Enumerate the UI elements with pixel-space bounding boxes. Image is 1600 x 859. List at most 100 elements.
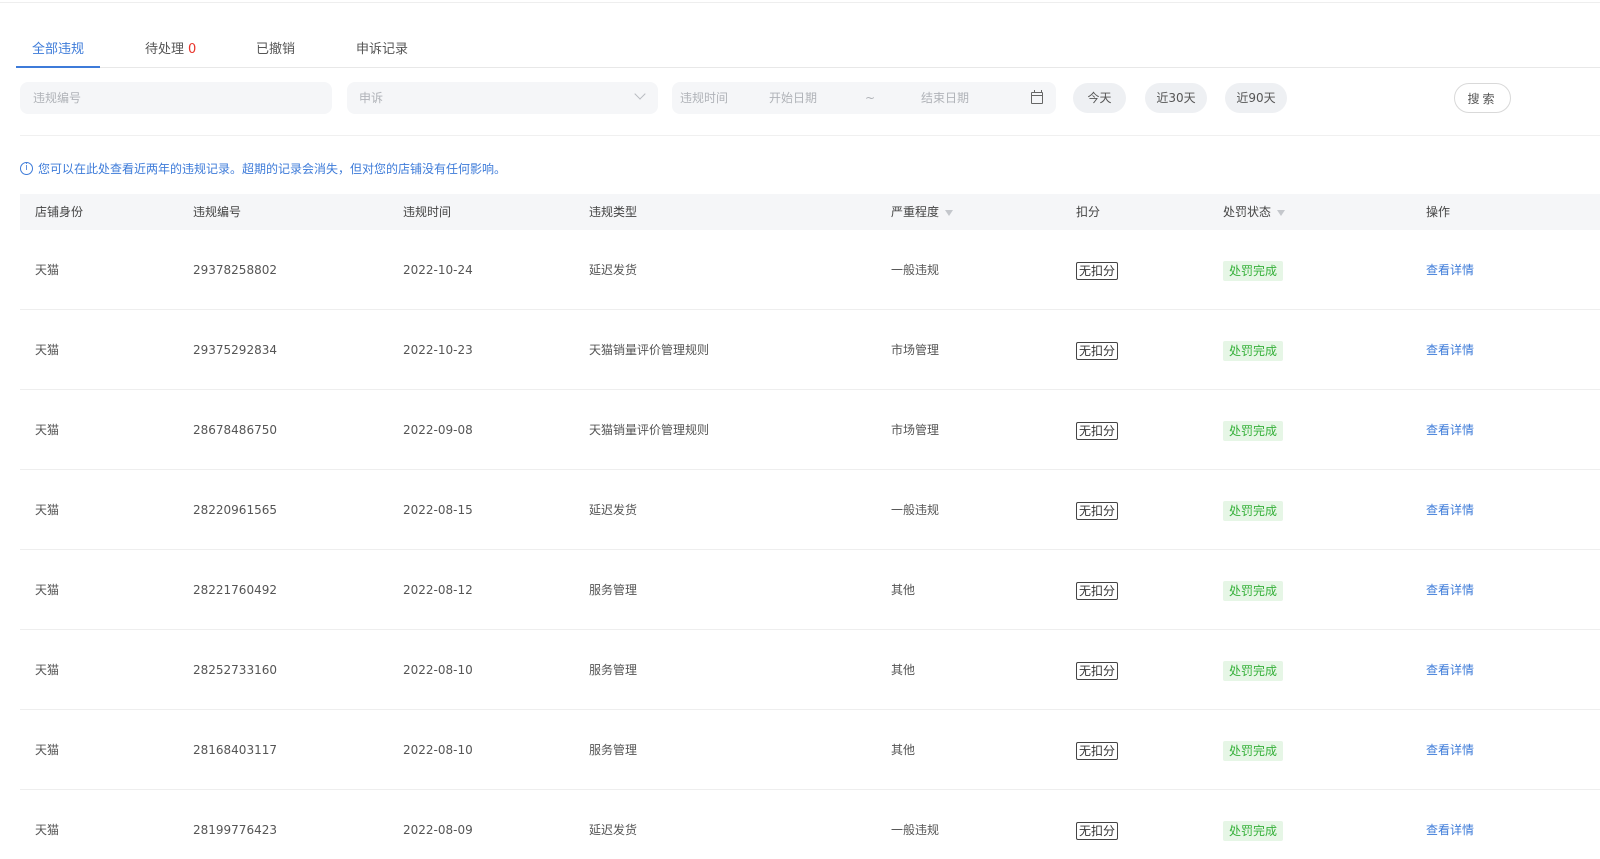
tab-pending[interactable]: 待处理 0 xyxy=(145,38,196,57)
cell-violation-time: 2022-08-12 xyxy=(403,583,473,597)
cell-violation-time: 2022-09-08 xyxy=(403,423,473,437)
retention-notice-text: 您可以在此处查看近两年的违规记录。超期的记录会消失，但对您的店铺没有任何影响。 xyxy=(38,162,507,176)
tab-revoked[interactable]: 已撤销 xyxy=(256,38,295,57)
cell-violation-time: 2022-08-10 xyxy=(403,743,473,757)
tab-label: 全部违规 xyxy=(32,42,85,57)
cell-violation-id: 29375292834 xyxy=(193,343,277,357)
points-badge: 无扣分 xyxy=(1076,821,1119,840)
header-shop: 店铺身份 xyxy=(35,205,84,219)
points-badge: 无扣分 xyxy=(1076,501,1119,520)
filter-icon[interactable] xyxy=(945,209,954,216)
cell-violation-type: 天猫销量评价管理规则 xyxy=(589,343,710,357)
points-badge: 无扣分 xyxy=(1076,261,1119,280)
tab-all-violations[interactable]: 全部违规 xyxy=(32,38,84,57)
date-range-separator: ~ xyxy=(865,91,876,105)
status-select[interactable]: 申诉 xyxy=(347,82,658,114)
view-details-link[interactable]: 查看详情 xyxy=(1426,310,1474,390)
view-details-link[interactable]: 查看详情 xyxy=(1426,630,1474,710)
cell-penalty-status: 处罚完成 xyxy=(1223,790,1284,859)
filter-icon[interactable] xyxy=(1277,209,1286,216)
tab-label: 申诉记录 xyxy=(356,42,409,57)
view-details-link[interactable]: 查看详情 xyxy=(1426,230,1474,310)
cell-penalty-status: 处罚完成 xyxy=(1223,390,1284,470)
quick-range-30-days-button[interactable]: 近30天 xyxy=(1145,83,1207,113)
status-badge: 处罚完成 xyxy=(1223,420,1284,441)
view-details-link[interactable]: 查看详情 xyxy=(1426,470,1474,550)
header-severity-label: 严重程度 xyxy=(891,205,940,219)
violation-id-input[interactable] xyxy=(20,82,332,114)
retention-notice: i 您可以在此处查看近两年的违规记录。超期的记录会消失，但对您的店铺没有任何影响… xyxy=(20,160,506,177)
cell-severity: 其他 xyxy=(891,743,916,757)
violation-tabs: 全部违规 待处理 0 已撤销 申诉记录 xyxy=(16,28,1600,68)
cell-shop: 天猫 xyxy=(35,823,60,837)
start-date-placeholder[interactable]: 开始日期 xyxy=(769,82,817,114)
pending-count-badge: 0 xyxy=(188,42,197,57)
cell-penalty-status: 处罚完成 xyxy=(1223,710,1284,790)
cell-penalty-status: 处罚完成 xyxy=(1223,230,1284,310)
search-button[interactable]: 搜索 xyxy=(1454,83,1511,113)
cell-shop: 天猫 xyxy=(35,423,60,437)
cell-violation-type: 服务管理 xyxy=(589,743,638,757)
cell-severity: 一般违规 xyxy=(891,263,940,277)
end-date-placeholder[interactable]: 结束日期 xyxy=(921,82,969,114)
cell-severity: 一般违规 xyxy=(891,823,940,837)
points-badge: 无扣分 xyxy=(1076,661,1119,680)
header-severity: 严重程度 xyxy=(891,194,954,230)
cell-violation-type: 服务管理 xyxy=(589,583,638,597)
cell-violation-id: 28252733160 xyxy=(193,663,277,677)
cell-violation-time: 2022-10-24 xyxy=(403,263,473,277)
cell-points: 无扣分 xyxy=(1076,230,1119,310)
cell-violation-time: 2022-08-10 xyxy=(403,663,473,677)
cell-violation-id: 28678486750 xyxy=(193,423,277,437)
status-badge: 处罚完成 xyxy=(1223,660,1284,681)
table-body: 天猫 29378258802 2022-10-24 延迟发货 一般违规 无扣分 处罚完成 查看… xyxy=(20,230,1600,859)
calendar-icon[interactable] xyxy=(1031,90,1043,104)
table-header: 店铺身份 违规编号 违规时间 违规类型 严重程度 扣分 处罚状态 操作 xyxy=(20,194,1600,230)
tab-appeal-records[interactable]: 申诉记录 xyxy=(356,38,408,57)
violations-table: 店铺身份 违规编号 违规时间 违规类型 严重程度 扣分 处罚状态 操作 天猫 29… xyxy=(20,194,1600,859)
cell-violation-id: 29378258802 xyxy=(193,263,277,277)
table-row: 天猫 28678486750 2022-09-08 天猫销量评价管理规则 市场管理 无扣分… xyxy=(20,390,1600,470)
date-range-picker[interactable]: 违规时间 开始日期 ~ 结束日期 xyxy=(672,82,1056,114)
cell-shop: 天猫 xyxy=(35,583,60,597)
cell-points: 无扣分 xyxy=(1076,470,1119,550)
cell-points: 无扣分 xyxy=(1076,710,1119,790)
quick-range-90-days-button[interactable]: 近90天 xyxy=(1225,83,1287,113)
view-details-link[interactable]: 查看详情 xyxy=(1426,550,1474,630)
cell-violation-type: 延迟发货 xyxy=(589,823,638,837)
table-row: 天猫 28199776423 2022-08-09 延迟发货 一般违规 无扣分 处罚完成 查看… xyxy=(20,790,1600,859)
cell-violation-id: 28168403117 xyxy=(193,743,277,757)
cell-severity: 市场管理 xyxy=(891,343,940,357)
view-details-link[interactable]: 查看详情 xyxy=(1426,390,1474,470)
cell-violation-id: 28221760492 xyxy=(193,583,277,597)
status-badge: 处罚完成 xyxy=(1223,740,1284,761)
view-details-link[interactable]: 查看详情 xyxy=(1426,790,1474,859)
cell-violation-type: 服务管理 xyxy=(589,663,638,677)
cell-violation-time: 2022-08-09 xyxy=(403,823,473,837)
header-violation-time: 违规时间 xyxy=(403,205,452,219)
tab-label: 已撤销 xyxy=(256,42,296,57)
active-tab-underline xyxy=(16,66,100,68)
points-badge: 无扣分 xyxy=(1076,421,1119,440)
cell-penalty-status: 处罚完成 xyxy=(1223,470,1284,550)
cell-severity: 市场管理 xyxy=(891,423,940,437)
header-penalty-status: 处罚状态 xyxy=(1223,194,1286,230)
quick-range-today-button[interactable]: 今天 xyxy=(1073,83,1126,113)
status-badge: 处罚完成 xyxy=(1223,820,1284,841)
cell-penalty-status: 处罚完成 xyxy=(1223,310,1284,390)
cell-shop: 天猫 xyxy=(35,343,60,357)
cell-shop: 天猫 xyxy=(35,503,60,517)
filter-divider xyxy=(20,135,1600,136)
view-details-link[interactable]: 查看详情 xyxy=(1426,710,1474,790)
points-badge: 无扣分 xyxy=(1076,341,1119,360)
cell-violation-time: 2022-10-23 xyxy=(403,343,473,357)
status-badge: 处罚完成 xyxy=(1223,260,1284,281)
cell-points: 无扣分 xyxy=(1076,390,1119,470)
cell-violation-id: 28220961565 xyxy=(193,503,277,517)
info-icon: i xyxy=(20,162,33,175)
points-badge: 无扣分 xyxy=(1076,741,1119,760)
status-select-value: 申诉 xyxy=(359,91,384,105)
cell-points: 无扣分 xyxy=(1076,550,1119,630)
cell-severity: 一般违规 xyxy=(891,503,940,517)
cell-points: 无扣分 xyxy=(1076,790,1119,859)
